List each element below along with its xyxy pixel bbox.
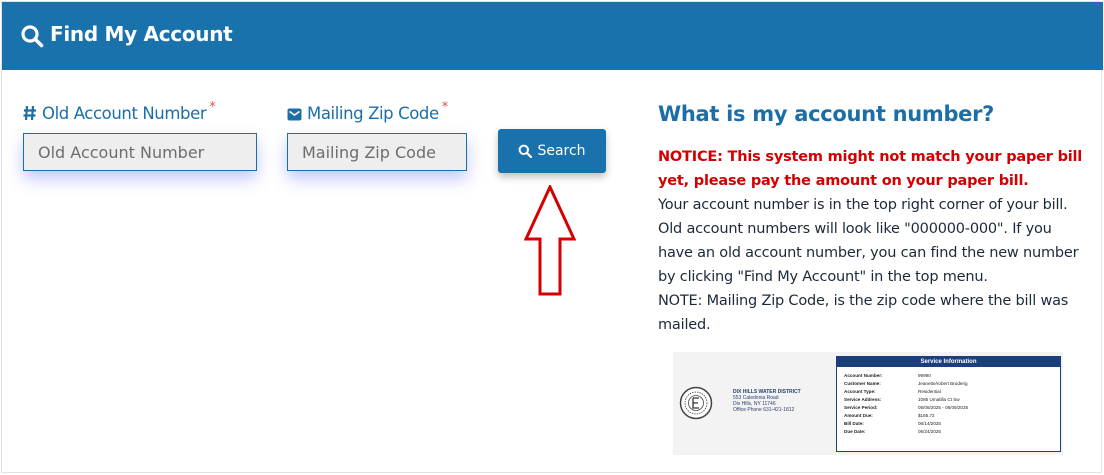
service-row: Service Period: 05/08/2025 - 06/09/2025 [844,405,969,410]
up-arrow-icon [524,185,576,296]
search-button[interactable]: Search [498,129,606,173]
zip-code-label: Mailing Zip Code * [287,100,448,123]
service-information-title: Service Information [837,357,1060,367]
envelope-icon [287,108,302,121]
hash-icon [23,105,36,121]
service-row: Customer Name: Jeanette/robert Bruderig [844,381,968,386]
service-row: Bill Date: 06/14/2025 [844,421,941,426]
zip-code-input[interactable] [287,133,467,171]
panel-header: Find My Account [2,2,1103,70]
service-row: Account Type: Residential [844,389,941,394]
sample-bill-image: DIX HILLS WATER DISTRICT 553 Caledonia R… [673,352,1063,455]
search-icon [21,25,44,48]
old-account-label: Old Account Number * [23,100,216,123]
old-account-input[interactable] [23,133,257,171]
required-marker: * [209,100,216,115]
old-account-label-text: Old Account Number [42,104,207,123]
help-title: What is my account number? [658,102,995,126]
district-phone: Office Phone 631-421-1812 [733,407,795,413]
help-text: NOTICE: This system might not match your… [658,145,1088,337]
search-button-label: Search [537,143,586,159]
page-title: Find My Account [50,22,233,46]
district-info: DIX HILLS WATER DISTRICT 553 Caledonia R… [733,389,801,413]
zip-code-label-text: Mailing Zip Code [307,104,439,123]
service-row: Account Number: 99990 [844,373,931,378]
service-row: Service Address: 1085 Umatilla Ct Sw [844,397,960,402]
required-marker: * [441,100,449,115]
district-seal-icon [679,386,713,420]
account-number-explanation: Your account number is in the top right … [658,197,1079,285]
notice-text: NOTICE: This system might not match your… [658,149,1083,189]
search-icon [519,144,533,158]
zip-code-note: NOTE: Mailing Zip Code, is the zip code … [658,293,1069,333]
service-row: Amount Due: $165.72 [844,413,935,418]
find-account-panel: Find My Account Old Account Number* Mail… [1,1,1103,473]
corner-indicator-icon [1094,2,1099,7]
service-row: Due Date: 06/24/2025 [844,429,941,434]
service-information-box: Service Information Account Number: 99990… [836,356,1061,452]
